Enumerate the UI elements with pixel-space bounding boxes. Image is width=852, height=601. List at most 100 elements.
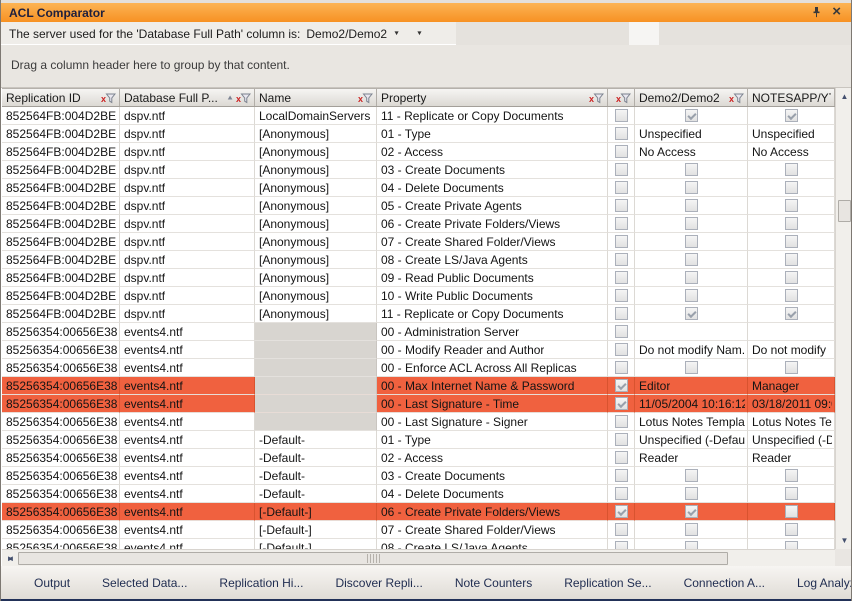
cell-s2[interactable]: Unspecified bbox=[748, 125, 835, 143]
cell-id[interactable]: 852564FB:004D2BEB bbox=[2, 305, 120, 323]
cell-id[interactable]: 852564FB:004D2BEB bbox=[2, 107, 120, 125]
filter-icon[interactable]: x bbox=[616, 92, 631, 104]
group-by-panel[interactable]: Drag a column header here to group by th… bbox=[1, 45, 851, 88]
checkbox-unchecked[interactable] bbox=[615, 361, 628, 374]
cell-id[interactable]: 85256354:00656E38 bbox=[2, 395, 120, 413]
checkbox-checked[interactable] bbox=[615, 379, 628, 392]
cell-prop[interactable]: 10 - Write Public Documents bbox=[377, 287, 608, 305]
cell-name[interactable] bbox=[255, 323, 377, 341]
cell-prop[interactable]: 06 - Create Private Folders/Views bbox=[377, 503, 608, 521]
cell-prop[interactable]: 11 - Replicate or Copy Documents bbox=[377, 305, 608, 323]
cell-name[interactable]: [Anonymous] bbox=[255, 305, 377, 323]
checkbox-unchecked[interactable] bbox=[785, 523, 798, 536]
cell-db[interactable]: events4.ntf bbox=[120, 449, 255, 467]
checkbox-unchecked[interactable] bbox=[615, 469, 628, 482]
cell-prop[interactable]: 00 - Modify Reader and Author bbox=[377, 341, 608, 359]
cell-diff[interactable] bbox=[608, 215, 635, 233]
cell-id[interactable]: 852564FB:004D2BEB bbox=[2, 215, 120, 233]
cell-prop[interactable]: 05 - Create Private Agents bbox=[377, 197, 608, 215]
cell-db[interactable]: dspv.ntf bbox=[120, 305, 255, 323]
cell-id[interactable]: 85256354:00656E38 bbox=[2, 341, 120, 359]
table-row[interactable]: 852564FB:004D2BEBdspv.ntf[Anonymous]07 -… bbox=[2, 233, 835, 251]
cell-db[interactable]: dspv.ntf bbox=[120, 107, 255, 125]
cell-id[interactable]: 852564FB:004D2BEB bbox=[2, 125, 120, 143]
cell-id[interactable]: 852564FB:004D2BEB bbox=[2, 161, 120, 179]
cell-name[interactable]: [Anonymous] bbox=[255, 251, 377, 269]
cell-s1[interactable] bbox=[635, 251, 748, 269]
cell-diff[interactable] bbox=[608, 269, 635, 287]
cell-s2[interactable] bbox=[748, 161, 835, 179]
tab-output[interactable]: Output bbox=[19, 572, 85, 594]
cell-diff[interactable] bbox=[608, 431, 635, 449]
cell-diff[interactable] bbox=[608, 395, 635, 413]
checkbox-unchecked[interactable] bbox=[685, 541, 698, 549]
cell-diff[interactable] bbox=[608, 341, 635, 359]
cell-db[interactable]: dspv.ntf bbox=[120, 197, 255, 215]
table-row[interactable]: 85256354:00656E38events4.ntf00 - Enforce… bbox=[2, 359, 835, 377]
cell-name[interactable] bbox=[255, 395, 377, 413]
cell-prop[interactable]: 08 - Create LS/Java Agents bbox=[377, 251, 608, 269]
checkbox-unchecked[interactable] bbox=[785, 469, 798, 482]
checkbox-unchecked[interactable] bbox=[685, 199, 698, 212]
table-row[interactable]: 852564FB:004D2BEBdspv.ntf[Anonymous]10 -… bbox=[2, 287, 835, 305]
cell-diff[interactable] bbox=[608, 449, 635, 467]
cell-diff[interactable] bbox=[608, 287, 635, 305]
cell-db[interactable]: dspv.ntf bbox=[120, 269, 255, 287]
cell-prop[interactable]: 00 - Last Signature - Signer bbox=[377, 413, 608, 431]
cell-diff[interactable] bbox=[608, 251, 635, 269]
cell-name[interactable]: [Anonymous] bbox=[255, 179, 377, 197]
cell-s2[interactable] bbox=[748, 467, 835, 485]
cell-s1[interactable]: Reader bbox=[635, 449, 748, 467]
cell-s2[interactable] bbox=[748, 539, 835, 549]
cell-s1[interactable] bbox=[635, 305, 748, 323]
checkbox-unchecked[interactable] bbox=[685, 253, 698, 266]
checkbox-unchecked[interactable] bbox=[615, 451, 628, 464]
cell-prop[interactable]: 04 - Delete Documents bbox=[377, 485, 608, 503]
cell-diff[interactable] bbox=[608, 161, 635, 179]
cell-db[interactable]: dspv.ntf bbox=[120, 125, 255, 143]
column-header-diff[interactable]: x bbox=[608, 89, 635, 106]
table-row[interactable]: 85256354:00656E38events4.ntf00 - Modify … bbox=[2, 341, 835, 359]
cell-diff[interactable] bbox=[608, 503, 635, 521]
table-row[interactable]: 852564FB:004D2BEBdspv.ntf[Anonymous]01 -… bbox=[2, 125, 835, 143]
cell-diff[interactable] bbox=[608, 377, 635, 395]
cell-s1[interactable]: Editor bbox=[635, 377, 748, 395]
cell-db[interactable]: events4.ntf bbox=[120, 521, 255, 539]
cell-db[interactable]: events4.ntf bbox=[120, 503, 255, 521]
cell-id[interactable]: 852564FB:004D2BEB bbox=[2, 197, 120, 215]
cell-name[interactable]: [Anonymous] bbox=[255, 197, 377, 215]
checkbox-unchecked[interactable] bbox=[685, 523, 698, 536]
filter-icon[interactable]: x bbox=[358, 92, 373, 104]
cell-diff[interactable] bbox=[608, 467, 635, 485]
checkbox-unchecked[interactable] bbox=[785, 487, 798, 500]
checkbox-unchecked[interactable] bbox=[785, 361, 798, 374]
cell-prop[interactable]: 09 - Read Public Documents bbox=[377, 269, 608, 287]
cell-db[interactable]: events4.ntf bbox=[120, 467, 255, 485]
cell-s1[interactable] bbox=[635, 287, 748, 305]
cell-id[interactable]: 85256354:00656E38 bbox=[2, 449, 120, 467]
cell-s1[interactable]: Unspecified bbox=[635, 125, 748, 143]
cell-s2[interactable] bbox=[748, 485, 835, 503]
chevron-down-icon[interactable]: ▼ bbox=[416, 30, 423, 36]
cell-name[interactable] bbox=[255, 359, 377, 377]
checkbox-unchecked[interactable] bbox=[615, 433, 628, 446]
checkbox-unchecked[interactable] bbox=[785, 181, 798, 194]
cell-name[interactable] bbox=[255, 413, 377, 431]
table-row[interactable]: 852564FB:004D2BEBdspv.ntf[Anonymous]04 -… bbox=[2, 179, 835, 197]
table-row[interactable]: 852564FB:004D2BEBdspv.ntfLocalDomainServ… bbox=[2, 107, 835, 125]
cell-s1[interactable] bbox=[635, 359, 748, 377]
checkbox-unchecked[interactable] bbox=[685, 181, 698, 194]
cell-diff[interactable] bbox=[608, 323, 635, 341]
cell-name[interactable]: [Anonymous] bbox=[255, 161, 377, 179]
cell-s2[interactable] bbox=[748, 521, 835, 539]
checkbox-unchecked[interactable] bbox=[615, 109, 628, 122]
filter-icon[interactable]: x bbox=[101, 92, 116, 104]
cell-prop[interactable]: 02 - Access bbox=[377, 449, 608, 467]
cell-diff[interactable] bbox=[608, 305, 635, 323]
cell-name[interactable]: -Default- bbox=[255, 485, 377, 503]
cell-prop[interactable]: 07 - Create Shared Folder/Views bbox=[377, 233, 608, 251]
checkbox-unchecked[interactable] bbox=[785, 217, 798, 230]
table-row[interactable]: 85256354:00656E38events4.ntf00 - Last Si… bbox=[2, 413, 835, 431]
tab-connection-a[interactable]: Connection A... bbox=[669, 572, 780, 594]
tab-replication-se[interactable]: Replication Se... bbox=[549, 572, 666, 594]
